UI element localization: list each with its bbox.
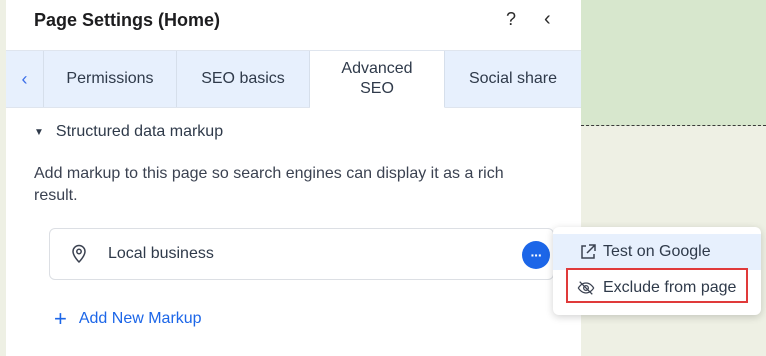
collapse-button[interactable]: ‹ (544, 8, 551, 31)
menu-item-exclude-from-page[interactable]: Exclude from page (553, 270, 761, 306)
tab-advanced-seo[interactable]: Advanced SEO (310, 51, 445, 108)
tabs-scroll-left-button[interactable]: ‹ (6, 51, 44, 107)
menu-item-label: Test on Google (603, 243, 711, 260)
more-actions-button[interactable]: ··· (522, 241, 550, 269)
add-markup-label: Add New Markup (78, 310, 202, 327)
external-link-icon (581, 244, 596, 259)
tab-permissions[interactable]: Permissions (44, 51, 177, 107)
location-pin-icon (72, 244, 86, 264)
help-button[interactable]: ? (506, 9, 516, 30)
structured-data-label: Structured data markup (55, 123, 224, 140)
panel-header: Page Settings (Home) ? ‹ (6, 0, 581, 50)
plus-icon: + (54, 306, 67, 331)
add-new-markup-button[interactable]: + Add New Markup (54, 306, 202, 331)
markup-item-label: Local business (108, 245, 214, 262)
section-description: Add markup to this page so search engine… (34, 165, 504, 204)
eye-off-icon (577, 281, 595, 295)
tab-bar: ‹ Permissions SEO basics Advanced SEO So… (6, 50, 581, 108)
structured-data-toggle[interactable]: ▼ Structured data markup (34, 123, 223, 141)
menu-item-label: Exclude from page (603, 279, 737, 296)
markup-context-menu: Test on Google Exclude from page (553, 227, 761, 315)
tab-seo-basics[interactable]: SEO basics (177, 51, 310, 107)
tab-social-share[interactable]: Social share (445, 51, 581, 107)
menu-item-test-on-google[interactable]: Test on Google (553, 234, 761, 270)
caret-down-icon: ▼ (34, 126, 44, 138)
markup-item-local-business[interactable]: Local business (49, 228, 554, 280)
canvas-divider (581, 125, 766, 126)
page-settings-panel: Page Settings (Home) ? ‹ ‹ Permissions S… (6, 0, 581, 356)
panel-title: Page Settings (Home) (34, 10, 221, 30)
canvas-strip-top (581, 0, 766, 126)
